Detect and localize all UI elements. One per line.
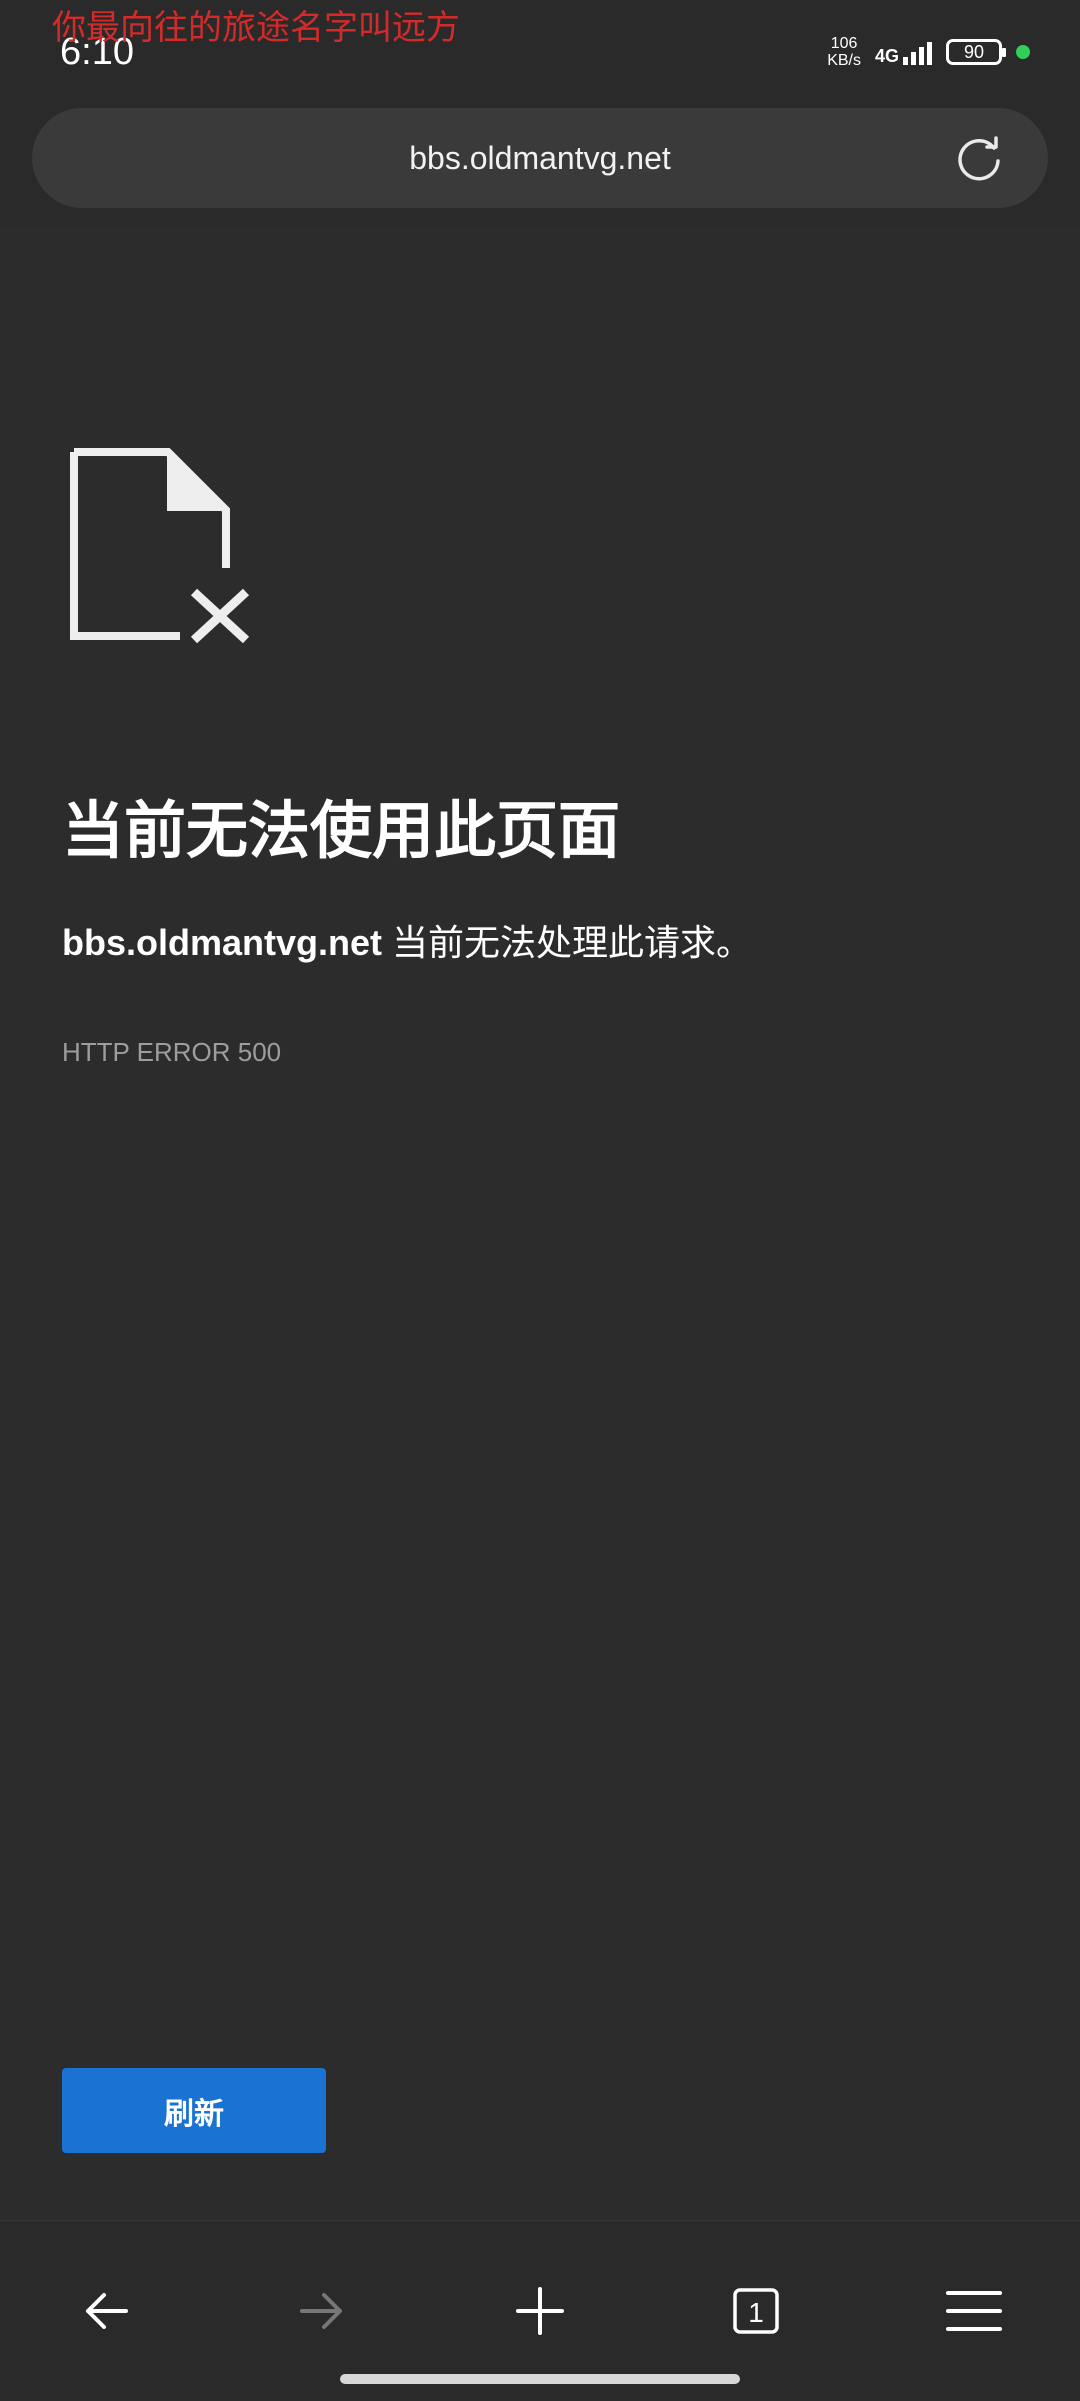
back-icon [86, 2293, 128, 2329]
error-file-icon [70, 448, 250, 644]
forward-button[interactable] [292, 2281, 352, 2341]
network-type-label: 4G [874, 46, 899, 66]
address-bar[interactable]: bbs.oldmantvg.net [32, 108, 1048, 208]
url-text[interactable]: bbs.oldmantvg.net [32, 108, 1048, 208]
status-icons: 106 KB/s 4G 90 [827, 30, 1030, 74]
forward-icon [300, 2293, 342, 2329]
refresh-button[interactable]: 刷新 [62, 2068, 326, 2153]
error-description: bbs.oldmantvg.net 当前无法处理此请求。 [62, 916, 752, 970]
reload-icon[interactable] [954, 134, 1004, 184]
tabs-icon: 1 [733, 2288, 779, 2334]
error-host: bbs.oldmantvg.net [62, 922, 383, 963]
new-tab-icon [516, 2287, 564, 2335]
network-speed: 106 KB/s [827, 35, 861, 69]
battery-icon: 90 [946, 39, 1006, 65]
menu-button[interactable] [944, 2281, 1004, 2341]
menu-icon [946, 2291, 1002, 2331]
home-indicator[interactable] [340, 2374, 740, 2384]
signal-indicator: 4G [875, 39, 932, 65]
tab-count: 1 [748, 2297, 764, 2328]
tabs-button[interactable]: 1 [726, 2281, 786, 2341]
page-title: 当前无法使用此页面 [62, 797, 621, 866]
network-speed-value: 106 [830, 35, 858, 52]
error-code: HTTP ERROR 500 [62, 1037, 282, 1067]
error-message: 当前无法处理此请求。 [382, 922, 753, 963]
new-tab-button[interactable] [510, 2281, 570, 2341]
overlay-text: 你最向往的旅途名字叫远方 [52, 9, 460, 47]
privacy-indicator-dot [1016, 45, 1030, 59]
network-speed-unit: KB/s [827, 52, 861, 69]
signal-bars-icon [903, 39, 932, 65]
back-button[interactable] [76, 2281, 136, 2341]
battery-level: 90 [963, 41, 985, 62]
